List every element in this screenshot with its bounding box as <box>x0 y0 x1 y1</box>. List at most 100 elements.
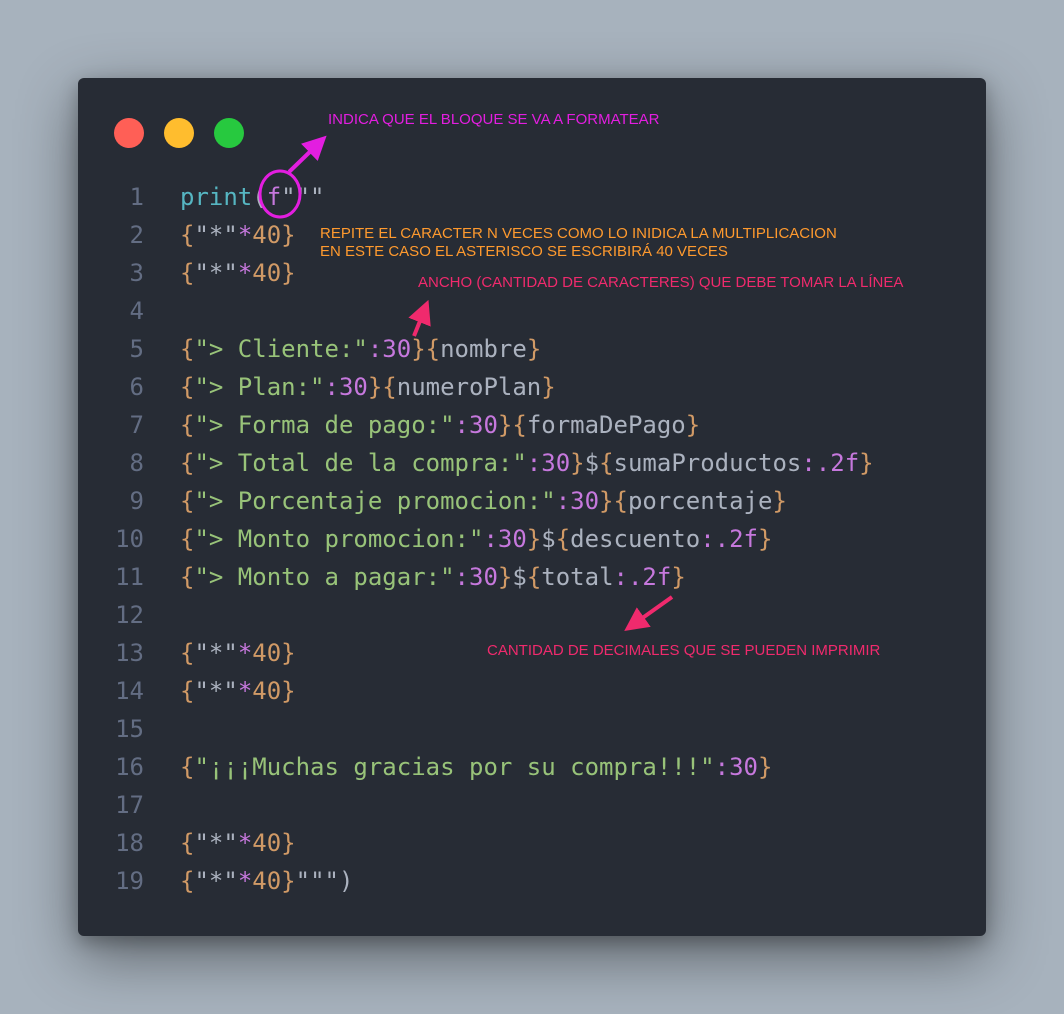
code-token: ( <box>252 183 267 211</box>
code-token: { <box>180 563 195 591</box>
code-token: { <box>599 449 614 477</box>
code-text: {"> Monto promocion:":30}${descuento:.2f… <box>180 520 772 558</box>
code-token: } <box>570 449 585 477</box>
code-text: {"> Porcentaje promocion:":30}{porcentaj… <box>180 482 787 520</box>
code-token: } <box>281 639 296 667</box>
code-text: {"¡¡¡Muchas gracias por su compra!!!":30… <box>180 748 772 786</box>
code-token: numeroPlan <box>396 373 542 401</box>
code-token: "> Forma de pago:" <box>194 411 455 439</box>
code-text: {"*"*40} <box>180 672 296 710</box>
code-token: "*" <box>194 639 238 667</box>
line-number: 13 <box>115 639 144 667</box>
line-number: 7 <box>129 411 144 439</box>
code-token: :.2f <box>801 449 860 477</box>
code-token: :30 <box>526 449 571 477</box>
code-token: { <box>180 525 195 553</box>
code-token: "*" <box>194 259 238 287</box>
code-token: :30 <box>483 525 527 553</box>
code-token: { <box>555 525 571 553</box>
code-token: 40 <box>252 829 282 857</box>
code-token: "> Cliente:" <box>194 335 368 363</box>
code-token: } <box>281 259 296 287</box>
line-number: 2 <box>129 221 144 249</box>
code-token: } <box>685 411 701 439</box>
annotation-decimals: CANTIDAD DE DECIMALES QUE SE PUEDEN IMPR… <box>487 642 881 659</box>
code-token: 40 <box>252 677 282 705</box>
code-token: :.2f <box>613 563 672 591</box>
line-number: 9 <box>129 487 144 515</box>
code-token: :30 <box>367 335 412 363</box>
code-token: * <box>237 829 253 857</box>
code-token: } <box>541 373 556 401</box>
code-token: """ <box>295 867 339 895</box>
code-token: * <box>237 867 253 895</box>
code-token: 40 <box>252 639 282 667</box>
annotation-repeat-line2: EN ESTE CASO EL ASTERISCO SE ESCRIBIRÁ 4… <box>320 243 728 260</box>
line-number: 17 <box>115 791 144 819</box>
code-token: :30 <box>555 487 600 515</box>
code-token: * <box>237 221 253 249</box>
code-token: total <box>541 563 614 591</box>
code-token: { <box>180 449 195 477</box>
code-token: print <box>180 183 253 211</box>
code-token: } <box>758 525 773 553</box>
code-token: { <box>180 259 195 287</box>
code-token: }{ <box>367 373 397 401</box>
code-text: {"*"*40} <box>180 216 296 254</box>
code-token: } <box>772 487 787 515</box>
code-token: "> Monto promocion:" <box>194 525 484 553</box>
code-token: $ <box>512 563 527 591</box>
code-token: } <box>281 221 296 249</box>
code-token: }{ <box>411 335 441 363</box>
code-text: {"*"*40}""") <box>180 862 353 900</box>
code-text: {"> Forma de pago:":30}{formaDePago} <box>180 406 700 444</box>
code-token: } <box>497 563 513 591</box>
code-token: "¡¡¡Muchas gracias por su compra!!!" <box>194 753 715 781</box>
annotation-format-block: INDICA QUE EL BLOQUE SE VA A FORMATEAR <box>328 111 660 128</box>
code-token: { <box>180 829 195 857</box>
code-token: 40 <box>252 867 282 895</box>
minimize-dot[interactable] <box>164 118 194 148</box>
code-token: $ <box>584 449 600 477</box>
line-number: 19 <box>115 867 144 895</box>
code-token: } <box>859 449 874 477</box>
code-token: """ <box>281 183 325 211</box>
code-token: } <box>757 753 773 781</box>
code-token: }{ <box>599 487 628 515</box>
code-token: f <box>266 183 282 211</box>
annotation-repeat-line1: REPITE EL CARACTER N VECES COMO LO INIDI… <box>320 225 837 242</box>
code-text: {"> Total de la compra:":30}${sumaProduc… <box>180 444 874 482</box>
line-number: 14 <box>115 677 144 705</box>
code-text: print(f""" <box>180 178 325 216</box>
code-text: {"*"*40} <box>180 824 296 862</box>
code-token: { <box>180 221 195 249</box>
code-token: * <box>237 259 253 287</box>
code-token: ) <box>338 867 354 895</box>
code-token: { <box>180 411 195 439</box>
code-token: } <box>526 335 542 363</box>
code-token: nombre <box>440 335 527 363</box>
code-token: descuento <box>570 525 701 553</box>
annotation-width: ANCHO (CANTIDAD DE CARACTERES) QUE DEBE … <box>418 274 904 291</box>
code-token: { <box>180 753 195 781</box>
code-text: {"*"*40} <box>180 254 296 292</box>
code-token: formaDePago <box>526 411 686 439</box>
code-text: {"> Plan:":30}{numeroPlan} <box>180 368 556 406</box>
code-token: sumaProductos <box>613 449 802 477</box>
code-token: { <box>180 639 195 667</box>
code-token: :30 <box>454 563 498 591</box>
code-token: "> Total de la compra:" <box>194 449 527 477</box>
code-token: { <box>180 677 195 705</box>
close-dot[interactable] <box>114 118 144 148</box>
code-token: "*" <box>194 221 238 249</box>
code-token: porcentaje <box>627 487 773 515</box>
code-token: "> Monto a pagar:" <box>194 563 455 591</box>
line-number: 12 <box>115 601 144 629</box>
code-text: {"> Cliente:":30}{nombre} <box>180 330 541 368</box>
code-token: * <box>237 677 253 705</box>
code-window: 1 print(f""" 2 {"*"*40} 3 {"*"*40} 4 5 {"> Clien… <box>78 78 986 936</box>
code-token: * <box>237 639 253 667</box>
maximize-dot[interactable] <box>214 118 244 148</box>
code-token: { <box>526 563 542 591</box>
code-token: :30 <box>714 753 758 781</box>
